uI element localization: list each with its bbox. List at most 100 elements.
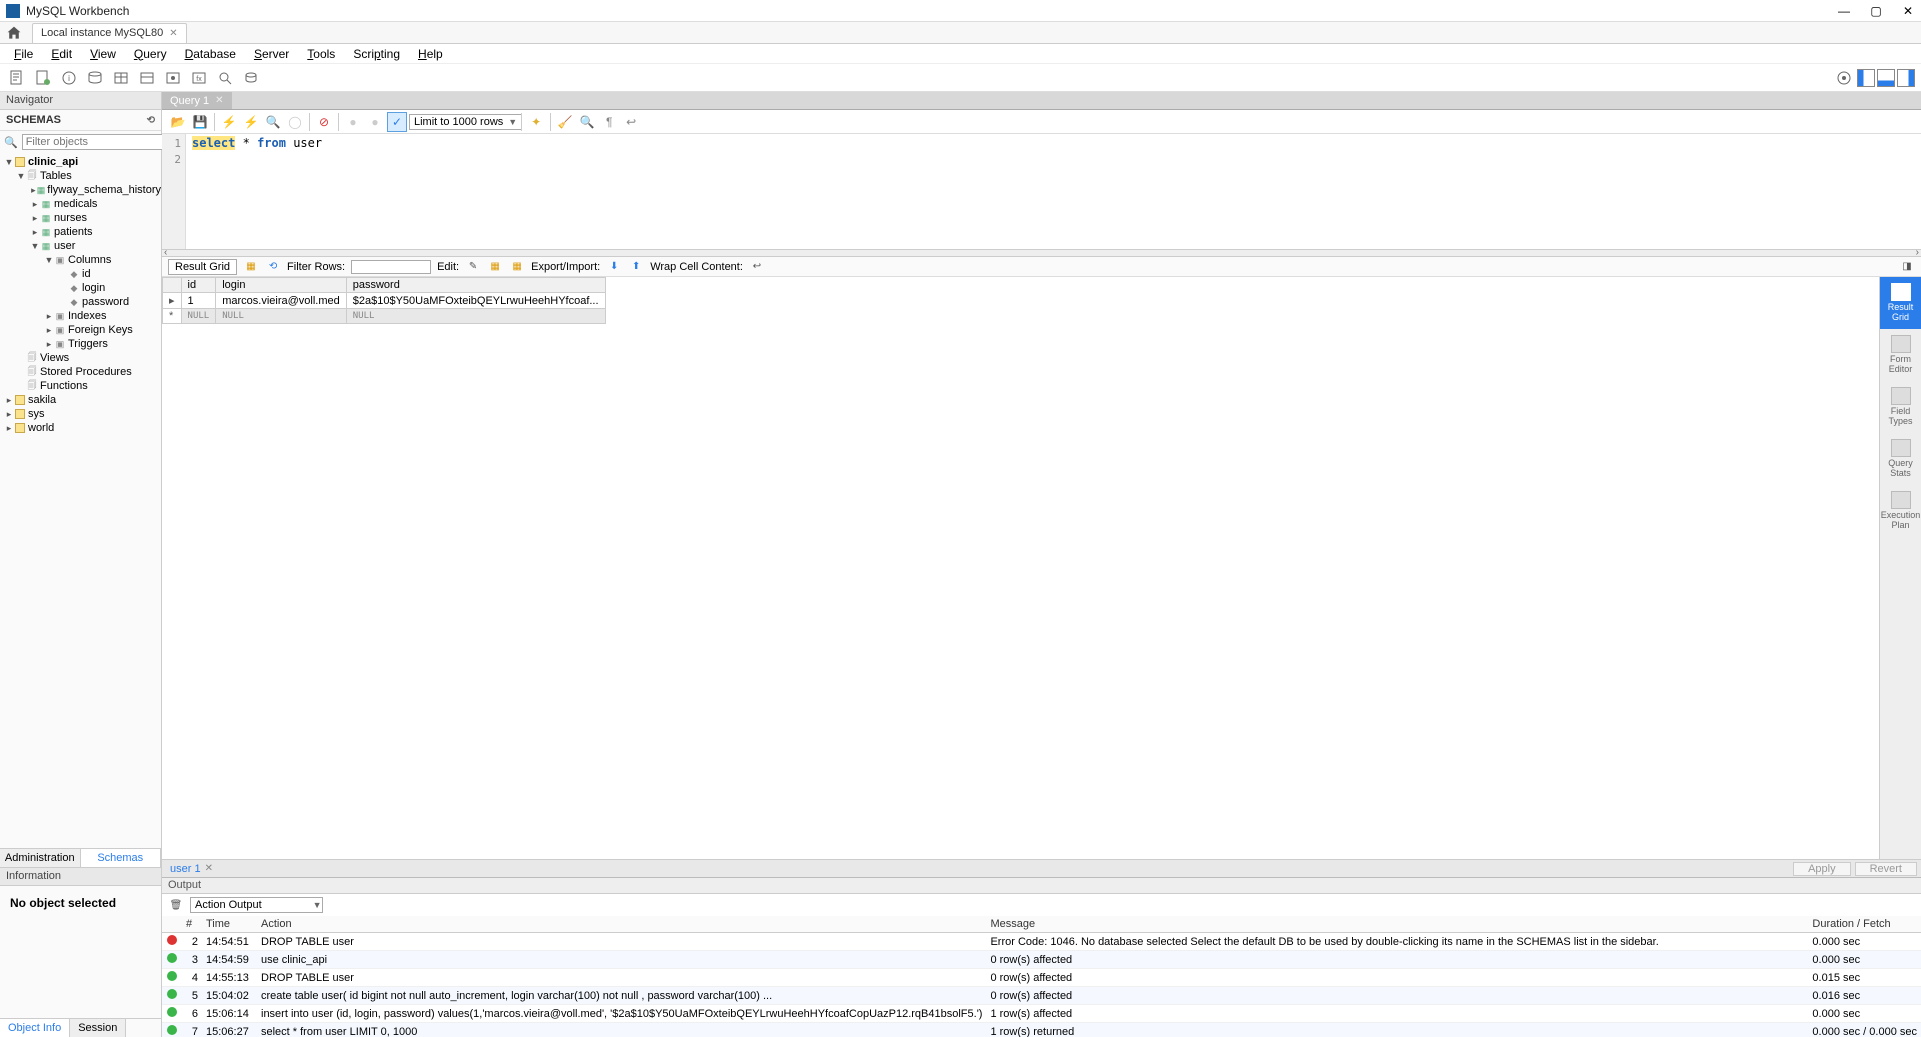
tab-schemas[interactable]: Schemas: [81, 849, 162, 867]
table-medicals[interactable]: medicals: [54, 198, 97, 210]
db-sakila[interactable]: sakila: [28, 394, 56, 406]
edit-row-icon[interactable]: ✎: [465, 259, 481, 275]
tab-session[interactable]: Session: [70, 1019, 126, 1037]
open-sql-file-icon[interactable]: [32, 67, 54, 89]
table-row[interactable]: ▸ 1 marcos.vieira@voll.med $2a$10$Y50UaM…: [163, 293, 606, 309]
connection-tab[interactable]: Local instance MySQL80 ✕: [32, 23, 187, 43]
cell-null[interactable]: NULL: [346, 309, 605, 324]
code-body[interactable]: select * from user: [186, 134, 1921, 249]
column-id[interactable]: id: [82, 268, 91, 280]
clear-output-icon[interactable]: 🗑: [168, 897, 184, 913]
add-row-icon[interactable]: ▦: [487, 259, 503, 275]
reconnect-icon[interactable]: [240, 67, 262, 89]
apply-button[interactable]: Apply: [1793, 862, 1851, 876]
splitter[interactable]: [162, 249, 1921, 257]
revert-button[interactable]: Revert: [1855, 862, 1917, 876]
folder-functions[interactable]: Functions: [40, 380, 88, 392]
close-button[interactable]: ✕: [1901, 4, 1915, 18]
menu-file[interactable]: File: [6, 45, 41, 63]
save-file-icon[interactable]: 💾: [190, 112, 210, 132]
toggle-sidebar-right-icon[interactable]: [1897, 69, 1915, 87]
cell-id[interactable]: 1: [181, 293, 216, 309]
output-row[interactable]: 3 14:54:59 use clinic_api 0 row(s) affec…: [162, 951, 1921, 969]
execution-plan-tab[interactable]: Execution Plan: [1880, 485, 1921, 537]
menu-tools[interactable]: Tools: [299, 45, 343, 63]
close-query-tab-icon[interactable]: ✕: [215, 95, 223, 106]
cell-login[interactable]: marcos.vieira@voll.med: [216, 293, 347, 309]
schema-tree[interactable]: ▼clinic_api ▼🗐Tables ▸▦flyway_schema_his…: [0, 153, 161, 848]
db-clinic-api[interactable]: clinic_api: [28, 156, 78, 168]
find-icon[interactable]: 🔍: [577, 112, 597, 132]
col-header-login[interactable]: login: [216, 278, 347, 293]
field-types-tab[interactable]: Field Types: [1880, 381, 1921, 433]
minimize-button[interactable]: —: [1837, 4, 1851, 18]
cell-null[interactable]: NULL: [181, 309, 216, 324]
menu-query[interactable]: Query: [126, 45, 175, 63]
menu-server[interactable]: Server: [246, 45, 297, 63]
toggle-output-panel-icon[interactable]: [1877, 69, 1895, 87]
tab-object-info[interactable]: Object Info: [0, 1019, 70, 1037]
db-sys[interactable]: sys: [28, 408, 45, 420]
table-user[interactable]: user: [54, 240, 75, 252]
refresh-result-icon[interactable]: ⟲: [265, 259, 281, 275]
inspector-icon[interactable]: i: [58, 67, 80, 89]
new-procedure-icon[interactable]: [162, 67, 184, 89]
close-result-tab-icon[interactable]: ✕: [205, 863, 213, 874]
execute-icon[interactable]: ⚡: [219, 112, 239, 132]
query-tab[interactable]: Query 1 ✕: [162, 92, 232, 109]
folder-stored-procedures[interactable]: Stored Procedures: [40, 366, 132, 378]
form-editor-tab[interactable]: Form Editor: [1880, 329, 1921, 381]
beautify-icon[interactable]: ✦: [526, 112, 546, 132]
stop-icon[interactable]: ◯: [285, 112, 305, 132]
new-function-icon[interactable]: fx: [188, 67, 210, 89]
delete-row-icon[interactable]: ▦: [509, 259, 525, 275]
menu-view[interactable]: View: [82, 45, 124, 63]
autocommit-icon[interactable]: ✓: [387, 112, 407, 132]
result-grid[interactable]: id login password ▸ 1 marcos.vieira@voll…: [162, 277, 1879, 859]
commit-icon[interactable]: ●: [343, 112, 363, 132]
cell-password[interactable]: $2a$10$Y50UaMFOxteibQEYLrwuHeehHYfcoaf..…: [346, 293, 605, 309]
new-table-icon[interactable]: [110, 67, 132, 89]
column-password[interactable]: password: [82, 296, 129, 308]
table-patients[interactable]: patients: [54, 226, 93, 238]
table-nurses[interactable]: nurses: [54, 212, 87, 224]
clear-icon[interactable]: 🧹: [555, 112, 575, 132]
output-type-select[interactable]: Action Output: [190, 897, 323, 913]
folder-tables[interactable]: Tables: [40, 170, 72, 182]
explain-icon[interactable]: 🔍: [263, 112, 283, 132]
folder-indexes[interactable]: Indexes: [68, 310, 107, 322]
open-file-icon[interactable]: 📂: [168, 112, 188, 132]
refresh-schemas-icon[interactable]: ⟲: [147, 115, 155, 126]
invisible-chars-icon[interactable]: ¶: [599, 112, 619, 132]
stop-on-error-icon[interactable]: ⊘: [314, 112, 334, 132]
folder-triggers[interactable]: Triggers: [68, 338, 108, 350]
menu-database[interactable]: Database: [177, 45, 244, 63]
folder-columns[interactable]: Columns: [68, 254, 111, 266]
filter-rows-input[interactable]: [351, 260, 431, 274]
wrap-icon[interactable]: ↩: [621, 112, 641, 132]
col-header-password[interactable]: password: [346, 278, 605, 293]
tab-administration[interactable]: Administration: [0, 849, 81, 867]
folder-foreign-keys[interactable]: Foreign Keys: [68, 324, 133, 336]
result-grid-tab[interactable]: Result Grid: [1880, 277, 1921, 329]
query-stats-tab[interactable]: Query Stats: [1880, 433, 1921, 485]
table-flyway[interactable]: flyway_schema_history: [47, 184, 161, 196]
col-header-id[interactable]: id: [181, 278, 216, 293]
db-world[interactable]: world: [28, 422, 54, 434]
settings-icon[interactable]: [1833, 67, 1855, 89]
limit-rows-select[interactable]: Limit to 1000 rows: [409, 114, 522, 130]
rollback-icon[interactable]: ●: [365, 112, 385, 132]
table-row-new[interactable]: * NULL NULL NULL: [163, 309, 606, 324]
cell-null[interactable]: NULL: [216, 309, 347, 324]
menu-edit[interactable]: Edit: [43, 45, 80, 63]
menu-help[interactable]: Help: [410, 45, 451, 63]
filter-objects-input[interactable]: [22, 134, 172, 150]
import-icon[interactable]: ⬆: [628, 259, 644, 275]
result-tab[interactable]: user 1 ✕: [166, 863, 217, 875]
new-schema-icon[interactable]: [84, 67, 106, 89]
sql-editor[interactable]: 1 2 select * from user: [162, 134, 1921, 249]
output-row[interactable]: 5 15:04:02 create table user( id bigint …: [162, 987, 1921, 1005]
search-table-icon[interactable]: [214, 67, 236, 89]
maximize-button[interactable]: ▢: [1869, 4, 1883, 18]
close-tab-icon[interactable]: ✕: [169, 28, 177, 39]
